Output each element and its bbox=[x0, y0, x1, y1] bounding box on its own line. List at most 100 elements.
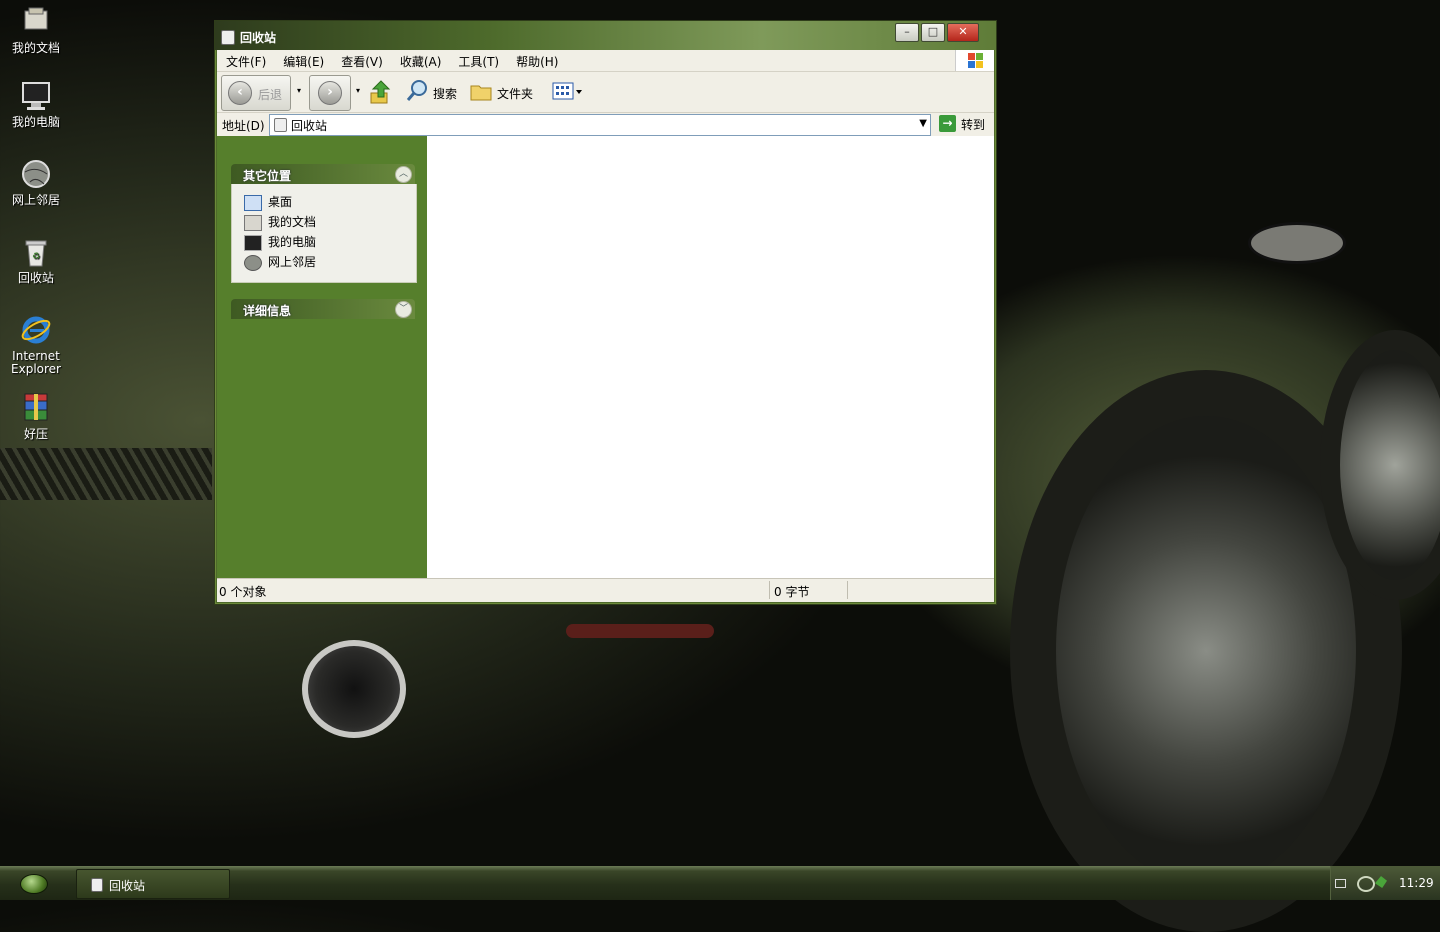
windows-logo-icon bbox=[955, 50, 994, 71]
desktop-icon-recycle-bin[interactable]: ♻ 回收站 bbox=[0, 236, 72, 285]
desktop-icon-label: 我的电脑 bbox=[11, 115, 60, 129]
maximize-button[interactable]: □ bbox=[921, 23, 945, 42]
security-icon[interactable] bbox=[1375, 876, 1387, 888]
place-network[interactable]: 网上邻居 bbox=[244, 253, 316, 271]
place-label: 我的文档 bbox=[268, 215, 317, 229]
recycle-bin-icon bbox=[274, 118, 287, 132]
desktop-icon-label: Explorer bbox=[11, 362, 61, 376]
system-tray: 11:29 bbox=[1330, 866, 1440, 900]
go-arrow-icon: → bbox=[939, 115, 956, 132]
place-label: 我的电脑 bbox=[268, 235, 317, 249]
start-orb-icon bbox=[20, 874, 48, 894]
recycle-bin-icon bbox=[221, 30, 235, 45]
menu-view[interactable]: 查看(V) bbox=[332, 50, 391, 70]
address-label: 地址(D) bbox=[222, 119, 265, 133]
folders-icon bbox=[470, 85, 492, 101]
taskbar-item-label: 回收站 bbox=[109, 879, 146, 893]
taskbar: 回收站 11:29 bbox=[0, 866, 1440, 900]
task-pane: 其它位置 ︿ 桌面 我的文档 我的电脑 网上邻居 详细信息 ﹀ bbox=[217, 136, 427, 578]
haozip-icon bbox=[20, 392, 52, 424]
svg-text:♻: ♻ bbox=[32, 252, 40, 262]
wallpaper-grille bbox=[0, 448, 212, 500]
desktop-icon-my-computer[interactable]: 我的电脑 bbox=[0, 80, 72, 129]
menu-file[interactable]: 文件(F) bbox=[217, 50, 274, 70]
other-places-header[interactable]: 其它位置 ︿ bbox=[231, 164, 415, 184]
start-button[interactable] bbox=[8, 869, 58, 897]
other-places-title: 其它位置 bbox=[243, 169, 292, 183]
desktop-icon-internet-explorer[interactable]: Internet Explorer bbox=[0, 314, 72, 376]
my-documents-icon bbox=[244, 214, 262, 231]
search-label: 搜索 bbox=[433, 87, 458, 101]
details-header[interactable]: 详细信息 ﹀ bbox=[231, 299, 415, 319]
desktop-icon-network[interactable]: 网上邻居 bbox=[0, 158, 72, 207]
wallpaper-taillight bbox=[566, 624, 714, 638]
address-bar: 地址(D) 回收站 ▼ → 转到 bbox=[217, 113, 994, 136]
my-computer-icon bbox=[20, 80, 52, 112]
up-folder-button[interactable] bbox=[369, 79, 395, 105]
window-title: 回收站 bbox=[240, 31, 277, 45]
toolbar: ‹ 后退 ▾ › ▾ 搜索 文件夹 bbox=[217, 72, 994, 113]
menu-bar: 文件(F) 编辑(E) 查看(V) 收藏(A) 工具(T) 帮助(H) bbox=[217, 50, 994, 72]
wallpaper-mirror bbox=[1248, 222, 1346, 264]
content-area[interactable]: 其它位置 ︿ 桌面 我的文档 我的电脑 网上邻居 详细信息 ﹀ bbox=[217, 136, 994, 578]
recycle-bin-icon: ♻ bbox=[20, 236, 52, 268]
menu-edit[interactable]: 编辑(E) bbox=[274, 50, 332, 70]
place-label: 桌面 bbox=[268, 195, 293, 209]
forward-dropdown-icon[interactable]: ▾ bbox=[356, 86, 360, 95]
back-label: 后退 bbox=[258, 88, 283, 102]
status-bar: 0 个对象 0 字节 bbox=[217, 578, 994, 602]
address-value: 回收站 bbox=[291, 119, 328, 133]
views-button[interactable] bbox=[550, 79, 586, 105]
address-field[interactable]: 回收站 ▼ bbox=[269, 114, 931, 136]
network-places-icon bbox=[244, 254, 262, 271]
menu-tools[interactable]: 工具(T) bbox=[449, 50, 507, 70]
status-object-count: 0 个对象 bbox=[219, 585, 267, 599]
keyboard-icon[interactable] bbox=[1335, 879, 1346, 888]
place-label: 网上邻居 bbox=[268, 255, 317, 269]
menu-help[interactable]: 帮助(H) bbox=[507, 50, 566, 70]
network-status-icon[interactable] bbox=[1357, 876, 1375, 892]
desktop-icon-haozip[interactable]: 好压 bbox=[0, 392, 72, 441]
back-arrow-icon: ‹ bbox=[228, 81, 252, 105]
desktop-icon-my-documents[interactable]: 我的文档 bbox=[0, 6, 72, 55]
folders-label: 文件夹 bbox=[497, 87, 534, 101]
minimize-button[interactable]: – bbox=[895, 23, 919, 42]
place-my-computer[interactable]: 我的电脑 bbox=[244, 233, 316, 251]
window-titlebar[interactable]: 回收站 – □ ✕ bbox=[215, 21, 996, 50]
search-button[interactable]: 搜索 bbox=[405, 78, 461, 106]
expand-chevron-icon[interactable]: ﹀ bbox=[395, 301, 412, 318]
details-title: 详细信息 bbox=[243, 304, 292, 318]
forward-button[interactable]: › bbox=[309, 75, 351, 111]
my-computer-icon bbox=[244, 234, 262, 251]
explorer-window[interactable]: 回收站 – □ ✕ 文件(F) 编辑(E) 查看(V) 收藏(A) 工具(T) 帮助(H)… bbox=[214, 20, 997, 605]
desktop-icon-label: 好压 bbox=[23, 427, 48, 441]
wallpaper-exhaust bbox=[302, 640, 406, 738]
go-label: 转到 bbox=[961, 118, 986, 132]
go-button[interactable]: → 转到 bbox=[937, 114, 989, 134]
status-size: 0 字节 bbox=[774, 585, 810, 599]
taskbar-item-recycle-bin[interactable]: 回收站 bbox=[76, 869, 230, 899]
desktop-icon-label: 我的文档 bbox=[11, 41, 60, 55]
back-button[interactable]: ‹ 后退 bbox=[221, 75, 291, 111]
desktop-icon-label: 回收站 bbox=[17, 271, 54, 285]
desktop-icon bbox=[244, 194, 262, 211]
internet-explorer-icon bbox=[20, 314, 52, 346]
file-list[interactable] bbox=[427, 136, 994, 578]
search-icon bbox=[406, 80, 427, 101]
views-icon bbox=[552, 82, 582, 100]
place-desktop[interactable]: 桌面 bbox=[244, 193, 292, 211]
forward-arrow-icon: › bbox=[318, 81, 342, 105]
menu-favorites[interactable]: 收藏(A) bbox=[391, 50, 450, 70]
folders-button[interactable]: 文件夹 bbox=[469, 78, 539, 106]
desktop-icon-label: 网上邻居 bbox=[11, 193, 60, 207]
back-dropdown-icon[interactable]: ▾ bbox=[297, 86, 301, 95]
up-folder-icon bbox=[370, 80, 391, 104]
address-dropdown-icon[interactable]: ▼ bbox=[919, 118, 927, 129]
place-my-documents[interactable]: 我的文档 bbox=[244, 213, 316, 231]
close-button[interactable]: ✕ bbox=[947, 23, 979, 42]
collapse-chevron-icon[interactable]: ︿ bbox=[395, 166, 412, 183]
other-places-panel: 桌面 我的文档 我的电脑 网上邻居 bbox=[231, 184, 417, 283]
my-documents-icon bbox=[20, 6, 52, 38]
clock: 11:29 bbox=[1399, 876, 1434, 890]
network-places-icon bbox=[20, 158, 52, 190]
